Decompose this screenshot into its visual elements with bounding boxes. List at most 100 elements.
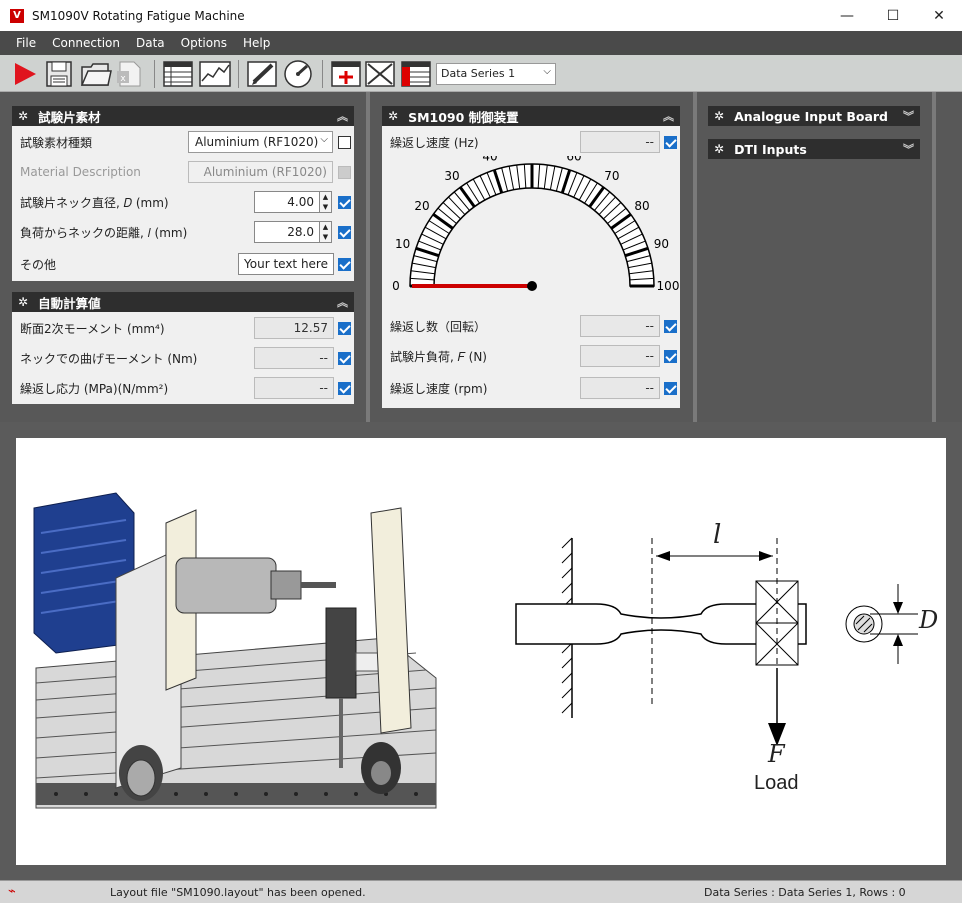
column-icon[interactable] — [400, 59, 431, 89]
auto-calc-panel-header[interactable]: ✲ 自動計算値 ︽ — [12, 292, 354, 312]
excel-icon[interactable]: x — [114, 59, 144, 89]
minimize-button[interactable]: — — [824, 0, 870, 31]
chevron-down-icon: ⌵ — [320, 134, 328, 145]
run-icon[interactable] — [10, 59, 40, 89]
length-label: l — [713, 520, 722, 550]
bending-checkbox[interactable] — [338, 352, 351, 365]
menu-bar: File Connection Data Options Help — [0, 31, 962, 55]
delete-icon[interactable] — [364, 59, 395, 89]
neck-diameter-label: 試験片ネック直径, 𝐷 (mm) — [20, 195, 169, 210]
chevron-down-icon: ⌵ — [543, 66, 551, 77]
cycles-value: -- — [580, 315, 660, 337]
column-divider — [693, 92, 697, 422]
title-bar: V SM1090V Rotating Fatigue Machine — ☐ ✕ — [0, 0, 962, 31]
panel-title: 試験片素材 — [38, 109, 101, 125]
menu-data[interactable]: Data — [128, 36, 173, 50]
close-button[interactable]: ✕ — [916, 0, 962, 31]
cycles-checkbox[interactable] — [664, 320, 677, 333]
gear-icon: ✲ — [714, 109, 725, 123]
menu-file[interactable]: File — [8, 36, 44, 50]
menu-help[interactable]: Help — [235, 36, 278, 50]
force-label: F — [768, 740, 785, 768]
material-value: Aluminium (RF1020) — [195, 135, 319, 149]
collapse-icon[interactable]: ︽ — [337, 108, 348, 124]
moment-value: 12.57 — [254, 317, 334, 339]
diagram-canvas: l D F Load — [16, 438, 946, 865]
table-icon[interactable] — [162, 59, 193, 89]
dti-panel-header[interactable]: ✲ DTI Inputs ︾ — [708, 139, 920, 159]
chart-icon[interactable] — [198, 59, 231, 89]
gauge-tick-label: 90 — [654, 237, 669, 251]
gear-icon: ✲ — [388, 109, 399, 123]
menu-options[interactable]: Options — [173, 36, 235, 50]
auto-calc-panel: ✲ 自動計算値 ︽ 断面2次モーメント (mm⁴) 12.57 ネックでの曲げモ… — [12, 292, 354, 404]
svg-text:x: x — [120, 74, 126, 84]
data-series-value: Data Series 1 — [441, 67, 516, 80]
gauge-tick-label: 20 — [414, 199, 429, 213]
speed-rpm-checkbox[interactable] — [664, 382, 677, 395]
gauge-tick-label: 40 — [482, 156, 497, 164]
expand-icon[interactable]: ︾ — [903, 108, 914, 124]
analogue-panel-header[interactable]: ✲ Analogue Input Board ︾ — [708, 106, 920, 126]
collapse-icon[interactable]: ︽ — [663, 108, 674, 124]
load-distance-checkbox[interactable] — [338, 226, 351, 239]
save-icon[interactable] — [44, 59, 74, 89]
gauge-tick-label: 10 — [395, 237, 410, 251]
window-title: SM1090V Rotating Fatigue Machine — [32, 8, 245, 23]
gear-icon: ✲ — [714, 142, 725, 156]
maximize-button[interactable]: ☐ — [870, 0, 916, 31]
material-checkbox[interactable] — [338, 136, 351, 149]
collapse-icon[interactable]: ︽ — [337, 294, 348, 310]
material-label: 試験素材種類 — [20, 135, 93, 150]
control-panel: ✲ SM1090 制御装置 ︽ 繰返し速度 (Hz) -- 0 10 20 30 40 5… — [382, 106, 680, 408]
edit-icon[interactable] — [246, 59, 277, 89]
gauge-tick-label: 0 — [392, 279, 400, 293]
load-checkbox[interactable] — [664, 350, 677, 363]
load-text: Load — [754, 772, 799, 794]
stress-checkbox[interactable] — [338, 382, 351, 395]
moment-checkbox[interactable] — [338, 322, 351, 335]
speed-rpm-value: -- — [580, 377, 660, 399]
gauge-tick-label: 60 — [566, 156, 581, 164]
add-row-icon[interactable] — [330, 59, 361, 89]
status-message: Layout file "SM1090.layout" has been ope… — [110, 886, 366, 899]
description-label: Material Description — [20, 165, 141, 179]
speed-hz-checkbox[interactable] — [664, 136, 677, 149]
status-bar: ⌁ Layout file "SM1090.layout" has been o… — [0, 880, 962, 903]
other-input[interactable]: Your text here — [238, 253, 334, 275]
load-value: -- — [580, 345, 660, 367]
gauge-tick-label: 30 — [444, 169, 459, 183]
gauge-icon[interactable] — [282, 59, 312, 89]
usb-icon: ⌁ — [8, 884, 16, 899]
neck-diameter-stepper[interactable]: ▲ ▼ — [320, 191, 332, 213]
speed-gauge: 0 10 20 30 40 50 60 70 80 90 100 — [392, 156, 679, 293]
gauge-tick-label: 70 — [604, 169, 619, 183]
panels-area: ✲ 試験片素材 ︽ 試験素材種類 Aluminium (RF1020) ⌵ Ma… — [0, 92, 962, 422]
speed-hz-value: -- — [580, 131, 660, 153]
control-panel-header[interactable]: ✲ SM1090 制御装置 ︽ — [382, 106, 680, 126]
material-combo[interactable]: Aluminium (RF1020) ⌵ — [188, 131, 333, 153]
gauge-tick-label: 50 — [524, 156, 539, 157]
load-distance-input[interactable]: 28.0 — [254, 221, 320, 243]
column-divider — [366, 92, 370, 422]
panel-title: DTI Inputs — [734, 141, 807, 157]
cycles-label: 繰返し数（回転） — [390, 319, 487, 334]
speed-rpm-label: 繰返し速度 (rpm) — [390, 381, 488, 396]
gear-icon: ✲ — [18, 295, 29, 309]
expand-icon[interactable]: ︾ — [903, 141, 914, 157]
other-checkbox[interactable] — [338, 258, 351, 271]
load-distance-stepper[interactable]: ▲ ▼ — [320, 221, 332, 243]
data-series-select[interactable]: Data Series 1 ⌵ — [436, 63, 556, 85]
diagram-area: l D F Load — [0, 422, 962, 880]
panel-title: 自動計算値 — [38, 295, 101, 311]
gauge-hub — [527, 281, 537, 291]
neck-diameter-checkbox[interactable] — [338, 196, 351, 209]
diameter-label: D — [919, 606, 939, 634]
speed-hz-label: 繰返し速度 (Hz) — [390, 135, 479, 150]
gauge-tick-label: 80 — [634, 199, 649, 213]
gear-icon: ✲ — [18, 109, 29, 123]
open-folder-icon[interactable] — [80, 59, 112, 89]
neck-diameter-input[interactable]: 4.00 — [254, 191, 320, 213]
menu-connection[interactable]: Connection — [44, 36, 128, 50]
specimen-panel-header[interactable]: ✲ 試験片素材 ︽ — [12, 106, 354, 126]
